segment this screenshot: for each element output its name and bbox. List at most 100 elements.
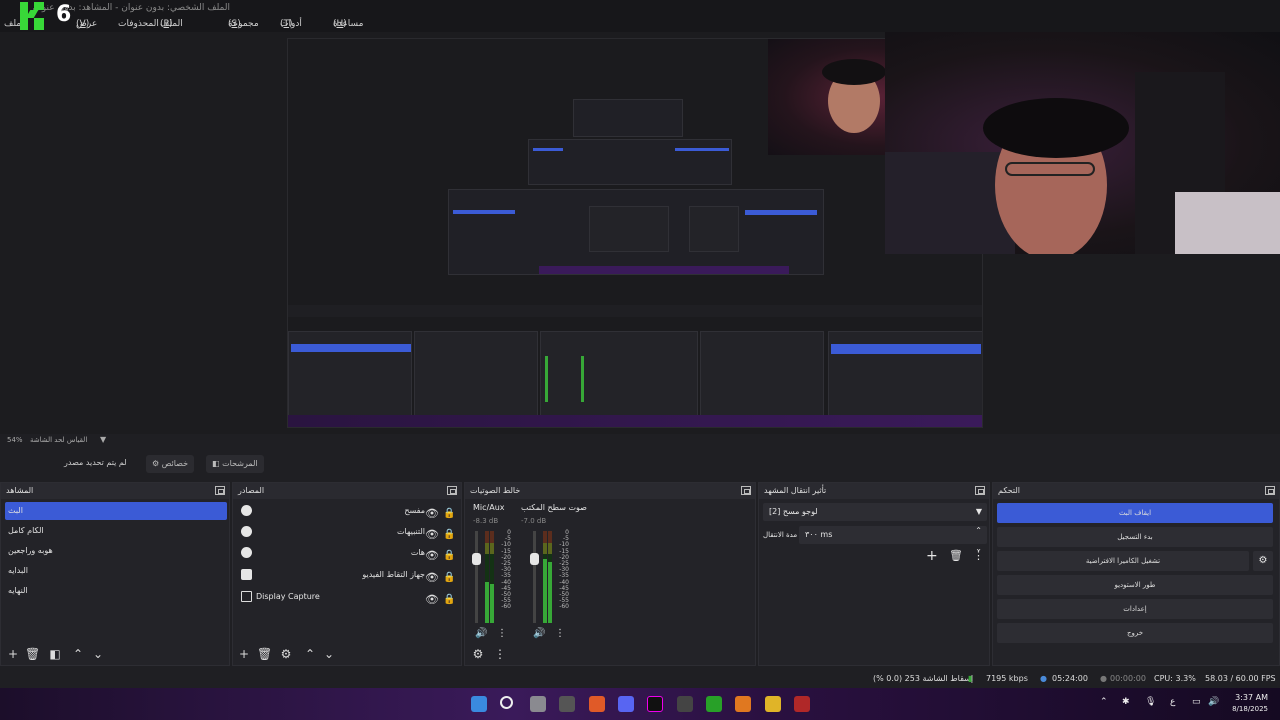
- stream-time: 05:24:00: [1052, 674, 1088, 683]
- clock-time[interactable]: 3:37 AM: [1234, 693, 1268, 702]
- exit-button[interactable]: خروج: [997, 623, 1273, 643]
- zoom-level[interactable]: 54%: [7, 436, 23, 444]
- scene-item[interactable]: النهايه: [5, 582, 227, 600]
- volume-icon[interactable]: 🔊: [1208, 697, 1219, 707]
- move-up-icon[interactable]: ⌃: [303, 647, 317, 661]
- gear-icon[interactable]: ⚙: [471, 647, 485, 661]
- undock-icon[interactable]: [741, 486, 751, 495]
- gear-icon[interactable]: ⚙: [279, 647, 293, 661]
- monitor-icon[interactable]: ▭: [1192, 697, 1201, 707]
- volume-slider[interactable]: [472, 531, 481, 623]
- eye-icon[interactable]: 👁: [425, 525, 439, 545]
- gear-icon[interactable]: ⚙: [1253, 551, 1273, 571]
- xbox-icon[interactable]: [706, 696, 722, 712]
- mic-icon[interactable]: 🎙: [1145, 697, 1156, 707]
- transition-select[interactable]: [2] لوجو مسح ▼: [763, 503, 987, 521]
- start-virtual-camera-button[interactable]: تشغيل الكاميرا الافتراضية: [997, 551, 1249, 571]
- volume-meter: [548, 531, 552, 623]
- start-recording-button[interactable]: بدء التسجيل: [997, 527, 1273, 547]
- controls-title: التحكم: [993, 483, 1279, 499]
- menu-scene-collection[interactable]: مجموعة المشاهد (S): [228, 16, 259, 45]
- undock-icon[interactable]: [1265, 486, 1275, 495]
- move-down-icon[interactable]: ⌄: [322, 647, 336, 661]
- volume-meter: [485, 531, 489, 623]
- gear-icon[interactable]: ✱: [1122, 697, 1130, 707]
- add-icon[interactable]: +: [6, 647, 20, 661]
- more-icon[interactable]: ⋮: [493, 647, 507, 661]
- move-down-icon[interactable]: ⌄: [91, 647, 105, 661]
- scene-item[interactable]: الكام كامل: [5, 522, 227, 540]
- menu-tools[interactable]: أدوات (T): [280, 16, 302, 32]
- filters-button[interactable]: ◧ المرشحات: [206, 455, 264, 473]
- trash-icon[interactable]: 🗑: [949, 549, 963, 562]
- app-icon[interactable]: [735, 696, 751, 712]
- channel-name: Mic/Aux: [473, 503, 505, 512]
- studio-mode-button[interactable]: طور الاستوديو: [997, 575, 1273, 595]
- discord-icon[interactable]: [618, 696, 634, 712]
- more-icon[interactable]: ⋮: [555, 628, 565, 639]
- add-icon[interactable]: +: [926, 548, 938, 564]
- trash-icon[interactable]: 🗑: [25, 647, 40, 661]
- eye-icon[interactable]: 👁: [425, 546, 439, 566]
- obs-icon[interactable]: [559, 696, 575, 712]
- volume-meter: [543, 531, 547, 623]
- speaker-icon[interactable]: 🔊: [533, 628, 545, 639]
- scene-item[interactable]: البدايه: [5, 562, 227, 580]
- add-icon[interactable]: +: [237, 647, 251, 661]
- app-icon[interactable]: [794, 696, 810, 712]
- properties-button[interactable]: ⚙ خصائص: [146, 455, 195, 473]
- start-icon[interactable]: [471, 696, 487, 712]
- eye-icon[interactable]: 👁: [425, 504, 439, 524]
- undock-icon[interactable]: [447, 486, 457, 495]
- brave-icon[interactable]: [589, 696, 605, 712]
- more-icon[interactable]: ⋮: [497, 628, 507, 639]
- nested-preview: [287, 38, 983, 428]
- folder-icon[interactable]: [765, 696, 781, 712]
- eye-icon[interactable]: 👁: [425, 568, 439, 588]
- more-icon[interactable]: ⋮: [973, 549, 984, 562]
- stop-streaming-button[interactable]: ايقاف البث: [997, 503, 1273, 523]
- search-icon[interactable]: [500, 696, 513, 709]
- volume-slider[interactable]: [530, 531, 539, 623]
- menu-docks[interactable]: المحذوفات: [118, 16, 159, 32]
- lock-icon[interactable]: 🔒: [443, 504, 455, 524]
- camera-icon: [241, 569, 252, 580]
- lock-icon[interactable]: 🔒: [443, 525, 455, 545]
- chevron-up-icon[interactable]: ⌃: [1100, 697, 1108, 707]
- menu-view[interactable]: عرض (V): [76, 16, 97, 32]
- nested-preview-3: [528, 139, 732, 185]
- scene-item[interactable]: البث: [5, 502, 227, 520]
- status-bar: إسقاط الشاشة 253 (0.0 %) ▮ 7195 kbps ● 0…: [0, 670, 1280, 688]
- lock-icon[interactable]: 🔒: [443, 568, 455, 588]
- menu-help[interactable]: مساعدة (H): [333, 16, 363, 32]
- chevron-down-icon[interactable]: ▼: [100, 435, 106, 444]
- nested-preview-4: [573, 99, 683, 137]
- scene-item[interactable]: هوبه وراجعين: [5, 542, 227, 560]
- lock-icon[interactable]: 🔒: [443, 590, 455, 610]
- undock-icon[interactable]: [975, 486, 985, 495]
- language-indicator[interactable]: ع: [1170, 697, 1175, 707]
- store-icon[interactable]: [677, 696, 693, 712]
- record-time: 00:00:00: [1110, 674, 1146, 683]
- tiktok-icon[interactable]: [647, 696, 663, 712]
- preview-canvas[interactable]: [0, 32, 1280, 434]
- transitions-dock: تأثير انتقال المشهد [2] لوجو مسح ▼ مدة ا…: [758, 482, 990, 666]
- task-view-icon[interactable]: [530, 696, 546, 712]
- eye-icon[interactable]: 👁: [425, 590, 439, 610]
- zoom-bar: 54% القياس لحد الشاشة ▼: [0, 434, 1280, 448]
- sources-dock: المصادر 👁 🔒 مفسح 👁 🔒 التنبيهات 👁 🔒 هات 👁…: [232, 482, 462, 666]
- zoom-mode[interactable]: القياس لحد الشاشة: [30, 436, 87, 444]
- undock-icon[interactable]: [215, 486, 225, 495]
- trash-icon[interactable]: 🗑: [257, 647, 272, 661]
- move-up-icon[interactable]: ⌃: [71, 647, 85, 661]
- settings-button[interactable]: إعدادات: [997, 599, 1273, 619]
- menu-profile[interactable]: الملف الشخصي (P): [160, 16, 194, 45]
- speaker-icon[interactable]: 🔊: [475, 628, 487, 639]
- nested-scenes: [288, 331, 412, 427]
- duration-input[interactable]: ٣٠٠ ms ⌃ ⌄: [799, 526, 987, 553]
- filter-icon[interactable]: ◧: [48, 647, 62, 661]
- channel-logo: [16, 0, 50, 32]
- nested-preview-2: [448, 189, 824, 275]
- clock-date[interactable]: 8/18/2025: [1224, 705, 1268, 713]
- lock-icon[interactable]: 🔒: [443, 546, 455, 566]
